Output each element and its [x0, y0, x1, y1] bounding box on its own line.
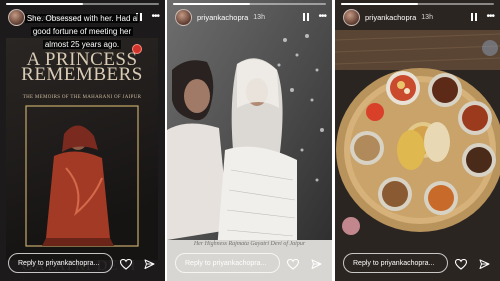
- more-options-icon[interactable]: •••: [486, 12, 494, 22]
- story-progress-bar: [341, 3, 494, 5]
- story-header: priyankachopra 13h •••: [343, 8, 495, 26]
- story-panel-1[interactable]: A PRINCESS REMEMBERS THE MEMOIRS OF THE …: [0, 0, 165, 281]
- story-timestamp: 13h: [421, 13, 433, 21]
- reply-input[interactable]: Reply to priyankachopra...: [8, 253, 113, 273]
- heart-icon[interactable]: [287, 259, 299, 270]
- send-icon[interactable]: [311, 259, 322, 270]
- more-options-icon[interactable]: •••: [151, 12, 159, 22]
- story-panel-3[interactable]: priyankachopra 13h ••• Reply to priyanka…: [335, 0, 500, 281]
- heart-icon[interactable]: [455, 259, 467, 270]
- story-progress-bar: [6, 3, 159, 5]
- pause-icon[interactable]: [471, 13, 478, 21]
- story-caption-text: She. Obsessed with her. Had a good fortu…: [24, 14, 140, 49]
- story-actions: [120, 259, 155, 270]
- story-timestamp: 13h: [253, 13, 265, 21]
- story-progress-fill: [173, 3, 250, 5]
- send-icon[interactable]: [144, 259, 155, 270]
- story-progress-fill: [6, 3, 83, 5]
- story-progress-fill: [341, 3, 418, 5]
- thali-photo: [335, 0, 500, 281]
- pause-icon[interactable]: [303, 13, 310, 21]
- book-portrait-illustration: [25, 105, 139, 247]
- more-options-icon[interactable]: •••: [318, 12, 326, 22]
- story-header: priyankachopra 13h •••: [175, 8, 327, 26]
- story-photo: [167, 0, 332, 281]
- avatar[interactable]: [343, 8, 360, 26]
- heart-icon[interactable]: [120, 259, 132, 270]
- story-username[interactable]: priyankachopra: [365, 13, 416, 22]
- story-panel-2[interactable]: priyankachopra 13h ••• Her Highness Rajm…: [167, 0, 332, 281]
- story-actions: [455, 259, 490, 270]
- photo-inscription: Her Highness Rajmata Gayatri Devi of Jai…: [193, 241, 306, 247]
- story-username[interactable]: priyankachopra: [197, 13, 248, 22]
- reply-input[interactable]: Reply to priyankachopra...: [175, 253, 280, 273]
- avatar[interactable]: [175, 8, 192, 26]
- send-icon[interactable]: [479, 259, 490, 270]
- reply-input[interactable]: Reply to priyankachopra...: [343, 253, 448, 273]
- book-cover-image: A PRINCESS REMEMBERS THE MEMOIRS OF THE …: [6, 38, 158, 274]
- story-progress-bar: [173, 3, 326, 5]
- story-actions: [287, 259, 322, 270]
- story-caption: She. Obsessed with her. Had a good fortu…: [20, 12, 144, 51]
